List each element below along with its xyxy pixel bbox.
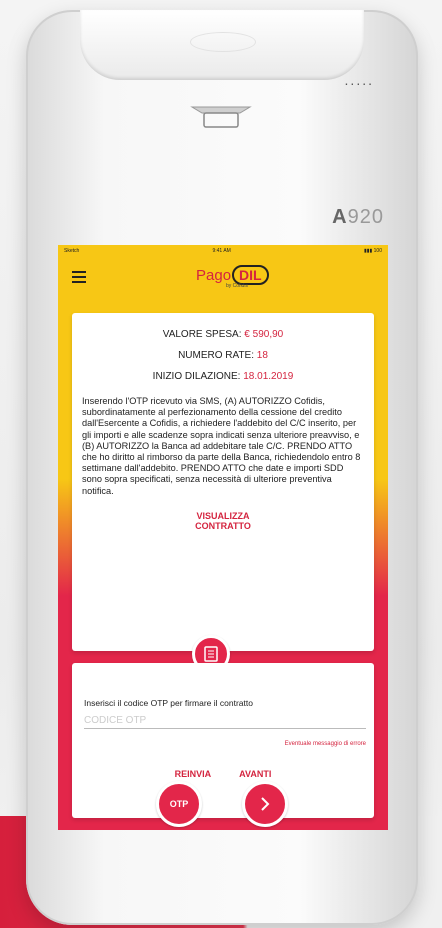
terminal-emboss-logo xyxy=(190,32,256,52)
battery-icon: ▮▮▮ 100 xyxy=(364,248,382,254)
error-message: Eventuale messaggio di errore xyxy=(284,741,366,747)
otp-field-label: Inserisci il codice OTP per firmare il c… xyxy=(84,698,253,708)
status-bar: Sketch 9:41 AM ▮▮▮ 100 xyxy=(58,245,388,257)
installments-row: NUMERO RATE: 18 xyxy=(178,350,268,361)
spending-value-row: VALORE SPESA: € 590,90 xyxy=(162,329,284,340)
clock-label: 9:41 AM xyxy=(212,248,231,254)
resend-button[interactable]: REINVIA xyxy=(175,769,212,779)
terminal-model-label: A920 xyxy=(332,206,384,228)
contract-summary-card: VALORE SPESA: € 590,90 NUMERO RATE: 18 I… xyxy=(72,313,374,651)
start-date-row: INIZIO DILAZIONE: 18.01.2019 xyxy=(152,371,294,382)
view-contract-link[interactable]: VISUALIZZA CONTRATTO xyxy=(72,511,374,531)
hamburger-menu-icon[interactable] xyxy=(72,271,86,283)
sdd-authorization-text: Inserendo l'OTP ricevuto via SMS, (A) AU… xyxy=(82,396,361,496)
otp-actions: REINVIA AVANTI xyxy=(72,769,374,779)
printer-slot-icon xyxy=(190,106,252,128)
carrier-label: Sketch xyxy=(64,248,80,254)
chevron-right-icon[interactable] xyxy=(242,781,288,827)
terminal-indicator-dots: ..... xyxy=(344,72,374,88)
next-button[interactable]: AVANTI xyxy=(239,769,271,779)
device-screen: Sketch 9:41 AM ▮▮▮ 100 Pago DIL by Cofid… xyxy=(58,245,388,830)
pagodil-logo: Pago DIL by Cofidis xyxy=(196,265,269,289)
otp-card: Inserisci il codice OTP per firmare il c… xyxy=(72,663,374,818)
otp-input[interactable] xyxy=(84,713,366,729)
otp-button[interactable]: OTP xyxy=(156,781,202,827)
app-header: Pago DIL by Cofidis xyxy=(58,257,388,303)
